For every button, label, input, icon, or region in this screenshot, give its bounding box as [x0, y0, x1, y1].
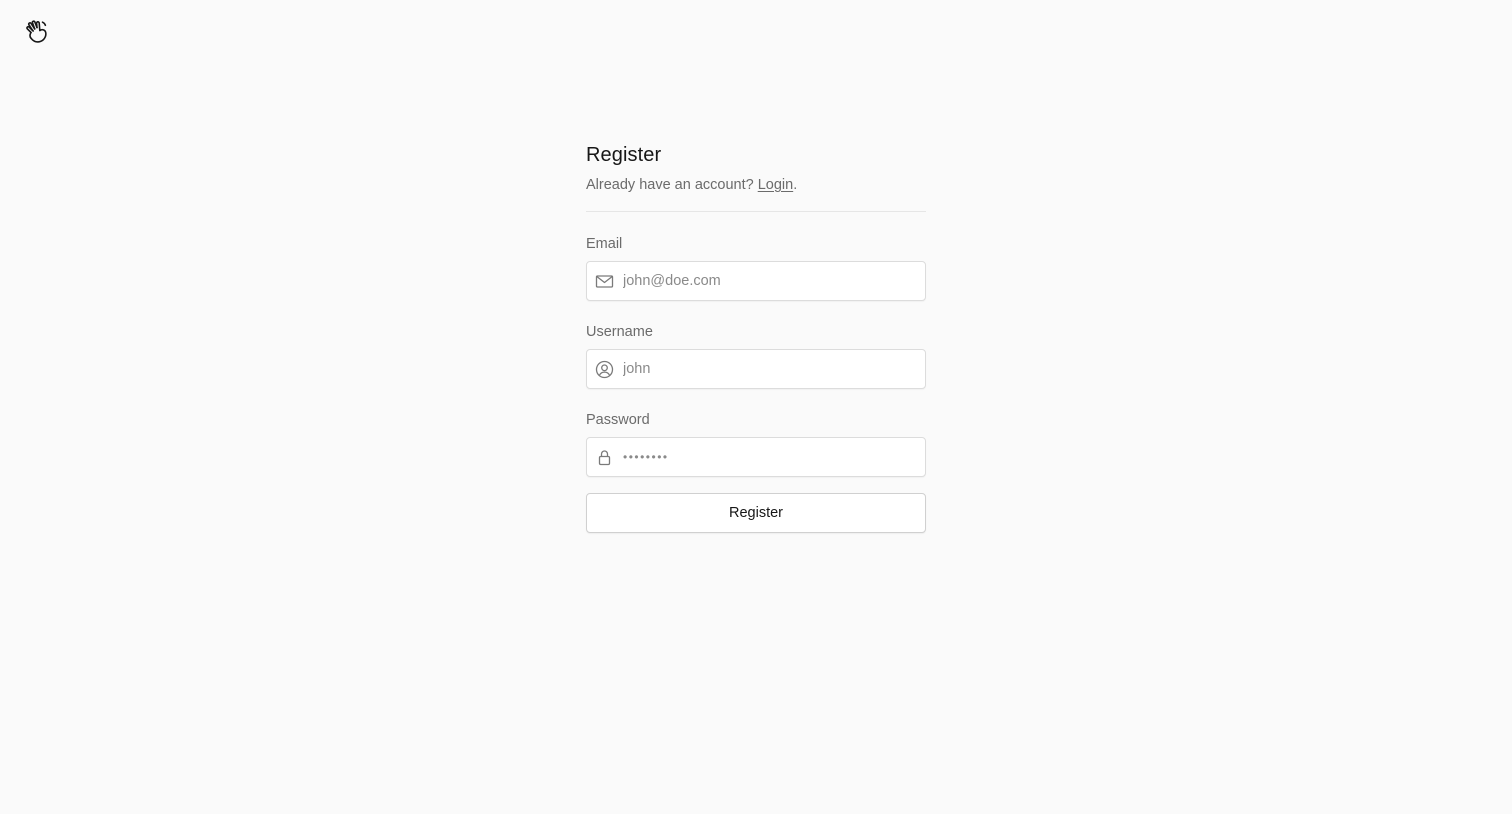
- register-form: Register Already have an account? Login.…: [586, 143, 926, 533]
- login-prompt-text: Already have an account?: [586, 177, 758, 193]
- mail-icon: [595, 275, 614, 288]
- password-input[interactable]: [587, 438, 925, 476]
- username-label: Username: [586, 324, 653, 340]
- email-field-wrapper[interactable]: [586, 261, 926, 301]
- password-field-wrapper[interactable]: [586, 437, 926, 477]
- login-prompt-period: .: [793, 177, 798, 193]
- username-input[interactable]: [587, 350, 925, 388]
- page-title: Register: [586, 144, 662, 166]
- lock-icon: [598, 450, 611, 466]
- divider: [586, 211, 926, 212]
- email-input[interactable]: [587, 262, 925, 300]
- username-field-wrapper[interactable]: [586, 349, 926, 389]
- login-link[interactable]: Login: [758, 177, 793, 193]
- login-prompt: Already have an account? Login.: [586, 176, 926, 194]
- waving-hand-icon[interactable]: [22, 18, 50, 46]
- email-label: Email: [586, 236, 623, 252]
- password-label: Password: [586, 412, 650, 428]
- user-circle-icon: [595, 360, 614, 379]
- register-button[interactable]: Register: [586, 493, 926, 533]
